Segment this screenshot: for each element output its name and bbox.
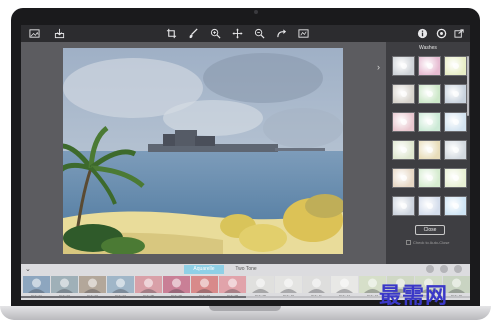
wash-thumbnail[interactable]	[418, 140, 441, 160]
wash-thumbnail[interactable]	[444, 112, 467, 132]
lock-icon	[427, 63, 433, 69]
canvas-area: ›	[21, 42, 386, 264]
lock-icon	[401, 203, 407, 209]
style-preview	[219, 276, 246, 293]
image-icon[interactable]	[29, 28, 40, 39]
wash-thumbnail[interactable]	[392, 56, 415, 76]
style-preview	[247, 276, 274, 293]
wash-thumbnail[interactable]	[418, 84, 441, 104]
auto-close-label: Check to Auto-Close	[413, 240, 450, 245]
zoom-in-icon[interactable]	[210, 28, 221, 39]
filter-tab-bar: ⌄ Aquarelle Two Tone	[21, 264, 470, 275]
laptop-notch	[209, 306, 281, 311]
wash-thumbnail[interactable]	[444, 140, 467, 160]
strip-control-icon[interactable]	[426, 265, 434, 273]
crop-icon[interactable]	[166, 28, 177, 39]
lock-icon	[427, 119, 433, 125]
lock-icon	[453, 91, 459, 97]
lock-icon	[427, 175, 433, 181]
auto-close-checkbox[interactable]	[406, 240, 411, 246]
chevron-down-icon[interactable]: ⌄	[25, 264, 31, 275]
redo-icon[interactable]	[276, 28, 287, 39]
style-preview	[331, 276, 358, 293]
wash-thumbnail[interactable]	[392, 140, 415, 160]
wash-thumbnail[interactable]	[418, 112, 441, 132]
watercolor-photo[interactable]	[63, 48, 343, 254]
wash-thumbnail[interactable]	[444, 168, 467, 188]
top-toolbar	[21, 25, 470, 42]
washes-panel: Washes Close Check to Auto-Close	[386, 42, 470, 264]
compare-icon[interactable]	[298, 28, 309, 39]
panel-collapse-icon[interactable]: ›	[377, 62, 385, 72]
strip-control-icon[interactable]	[440, 265, 448, 273]
lock-icon	[401, 63, 407, 69]
tab-two-tone[interactable]: Two Tone	[226, 265, 266, 274]
brush-icon[interactable]	[188, 28, 199, 39]
share-icon[interactable]	[454, 28, 465, 39]
wash-thumbnail[interactable]	[444, 84, 467, 104]
lock-icon	[427, 91, 433, 97]
style-preview	[163, 276, 190, 293]
style-preview	[51, 276, 78, 293]
site-watermark: 最需网	[379, 284, 449, 309]
style-preview	[135, 276, 162, 293]
app-screen: › Washes Close Check to Auto-Close ⌄ Aqu…	[21, 25, 470, 300]
wash-thumbnail[interactable]	[418, 56, 441, 76]
close-button[interactable]: Close	[415, 225, 445, 235]
wash-thumbnail[interactable]	[444, 196, 467, 216]
lock-icon	[453, 147, 459, 153]
lock-icon	[427, 203, 433, 209]
panel-scrollbar[interactable]	[467, 56, 469, 116]
wash-thumbnail[interactable]	[418, 168, 441, 188]
wash-thumbnail[interactable]	[444, 56, 467, 76]
wash-thumbnail[interactable]	[392, 84, 415, 104]
move-icon[interactable]	[232, 28, 243, 39]
style-preview	[275, 276, 302, 293]
lock-icon	[453, 119, 459, 125]
filmstrip-scrollbar[interactable]	[21, 296, 246, 298]
settings-icon[interactable]	[436, 28, 447, 39]
wash-thumbnail[interactable]	[392, 168, 415, 188]
camera-dot	[254, 10, 258, 14]
lock-icon	[453, 175, 459, 181]
lock-icon	[401, 119, 407, 125]
save-icon[interactable]	[54, 28, 65, 39]
zoom-out-icon[interactable]	[254, 28, 265, 39]
lock-icon	[401, 91, 407, 97]
style-preview	[191, 276, 218, 293]
panel-title: Washes	[419, 45, 437, 51]
lock-icon	[427, 147, 433, 153]
wash-thumbnail[interactable]	[418, 196, 441, 216]
lock-icon	[453, 63, 459, 69]
lock-icon	[453, 203, 459, 209]
strip-control-icon[interactable]	[454, 265, 462, 273]
lock-icon	[401, 147, 407, 153]
wash-thumbnail[interactable]	[392, 196, 415, 216]
style-preview	[23, 276, 50, 293]
auto-close-option[interactable]: Check to Auto-Close	[406, 240, 466, 246]
style-preview	[79, 276, 106, 293]
style-preview	[303, 276, 330, 293]
lock-icon	[401, 175, 407, 181]
style-preview	[107, 276, 134, 293]
wash-thumbnail[interactable]	[392, 112, 415, 132]
info-icon[interactable]	[417, 28, 428, 39]
tab-aquarelle[interactable]: Aquarelle	[184, 265, 224, 274]
